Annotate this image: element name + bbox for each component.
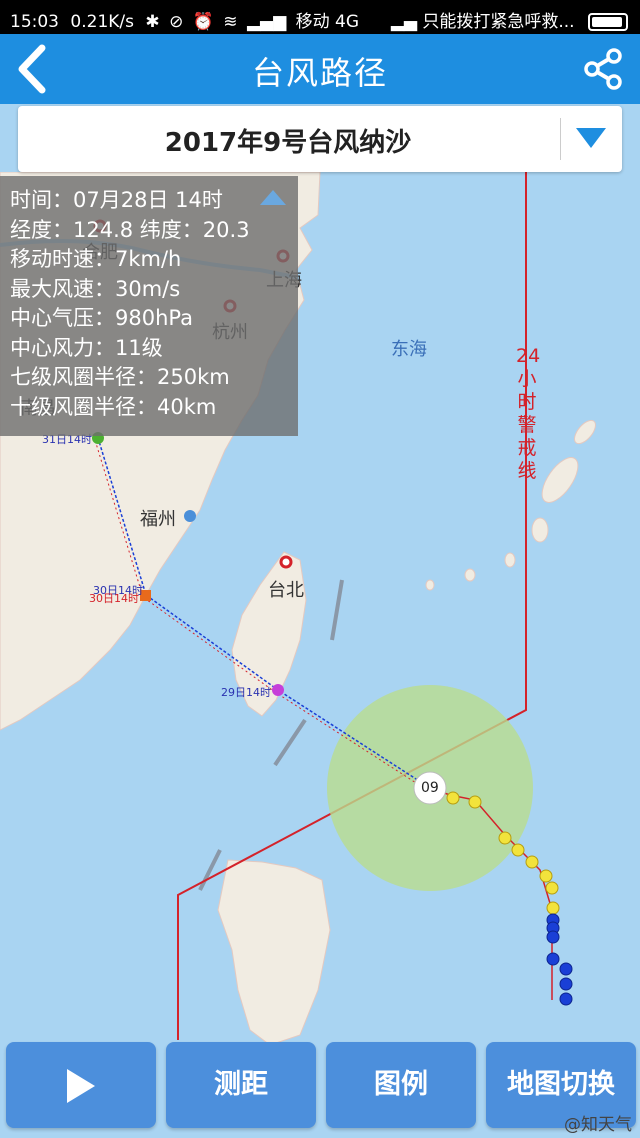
info-radius10: 十级风圈半径：40km [10,394,217,419]
mute-icon: ⊘ [169,12,184,32]
share-icon [584,48,622,90]
measure-button[interactable]: 测距 [166,1042,316,1128]
collapse-up-icon[interactable] [260,190,286,205]
city-marker-taipei [279,555,293,569]
typhoon-info-panel: 时间：07月28日 14时 经度：124.8 纬度：20.3 移动时速：7km/… [0,176,298,436]
app-bar: 台风路径 [0,34,640,104]
forecast-point-29 [272,684,284,696]
map-label-fuzhou: 福州 [140,509,176,530]
info-pressure: 中心气压：980hPa [10,306,193,330]
info-max-wind: 最大风速：30m/s [10,276,181,301]
play-icon [67,1068,95,1103]
forecast-label-30b: 30日14时 [89,592,139,605]
map-label-donghai: 东海 [391,339,427,360]
legend-button[interactable]: 图例 [326,1042,476,1128]
wifi-icon: ≋ [223,12,238,32]
selector-divider [560,118,561,160]
battery-icon [588,13,628,31]
status-left: 15:03 0.21K/s ✱ ⊘ ⏰ ≋ ▂▄▆ 移动 4G [10,7,359,32]
notification-text: 只能拨打紧急呼救... [422,12,575,32]
info-wind-force: 中心风力：11级 [10,335,163,360]
info-coords: 经度：124.8 纬度：20.3 [10,217,250,242]
bluetooth-icon: ✱ [145,12,160,32]
status-time: 15:03 [10,12,59,32]
alarm-icon: ⏰ [192,12,214,32]
warning-line-label: 24小时警戒线 [516,345,541,482]
play-button[interactable] [6,1042,156,1128]
status-right: ▂▄ 只能拨打紧急呼救... [391,7,628,32]
status-bar: 15:03 0.21K/s ✱ ⊘ ⏰ ≋ ▂▄▆ 移动 4G ▂▄ 只能拨打紧… [0,0,640,34]
carrier-label: 移动 4G [295,12,359,32]
map-label-taipei: 台北 [268,580,304,601]
network-speed: 0.21K/s [70,12,134,32]
share-button[interactable] [580,46,626,92]
info-radius7: 七级风圈半径：250km [10,365,230,389]
signal-icon: ▂▄▆ [246,12,287,32]
page-title: 台风路径 [251,54,388,92]
typhoon-selector-label: 2017年9号台风纳沙 [164,128,412,158]
info-time: 时间：07月28日 14时 [10,188,223,212]
watermark: @知天气 [564,1115,632,1135]
caret-down-icon[interactable] [576,128,606,148]
signal-icon: ▂▄ [390,12,417,32]
info-move-speed: 移动时速：7km/h [10,247,182,271]
typhoon-number-label[interactable]: 09 [421,780,439,796]
forecast-label-29: 29日14时 [221,686,271,699]
pin-icon-fuzhou [184,510,196,522]
typhoon-selector[interactable]: 2017年9号台风纳沙 [18,106,622,172]
